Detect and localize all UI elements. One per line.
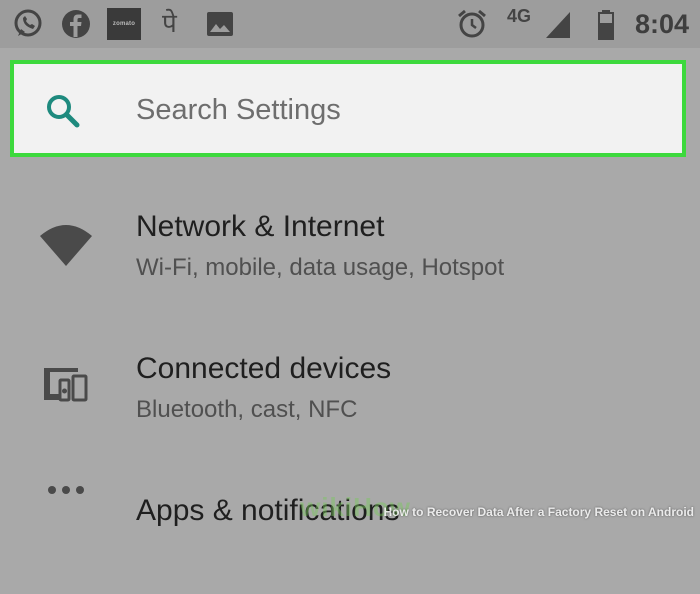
settings-item-connected-devices[interactable]: Connected devices Bluetooth, cast, NFC (0, 322, 700, 452)
settings-item-title: Connected devices (136, 352, 392, 385)
whatsapp-icon (12, 8, 44, 40)
search-settings-bar[interactable] (10, 60, 686, 157)
search-input[interactable] (136, 90, 636, 130)
settings-item-subtitle: Wi-Fi, mobile, data usage, Hotspot (136, 254, 505, 281)
zomato-logo: zomato (107, 8, 141, 40)
battery-icon (590, 8, 622, 40)
status-bar-time: 8:04 (635, 9, 690, 39)
phonepe-icon: पे (162, 9, 177, 39)
devices-icon (38, 358, 94, 414)
search-icon[interactable] (44, 92, 84, 132)
facebook-icon (60, 8, 92, 40)
settings-item-apps-notifications[interactable]: Apps & notifications (0, 464, 700, 594)
settings-item-title: Network & Internet (136, 210, 385, 243)
network-type-label: 4G (507, 6, 532, 26)
status-bar: zomato पे 4G 8:04 (0, 0, 700, 48)
settings-item-network-internet[interactable]: Network & Internet Wi-Fi, mobile, data u… (0, 180, 700, 310)
signal-icon (542, 8, 574, 40)
apps-icon (38, 478, 94, 534)
wifi-icon (38, 216, 94, 272)
alarm-icon (456, 8, 488, 40)
watermark-caption: How to Recover Data After a Factory Rese… (383, 505, 695, 519)
settings-item-subtitle: Bluetooth, cast, NFC (136, 396, 358, 423)
image-icon (204, 8, 236, 40)
